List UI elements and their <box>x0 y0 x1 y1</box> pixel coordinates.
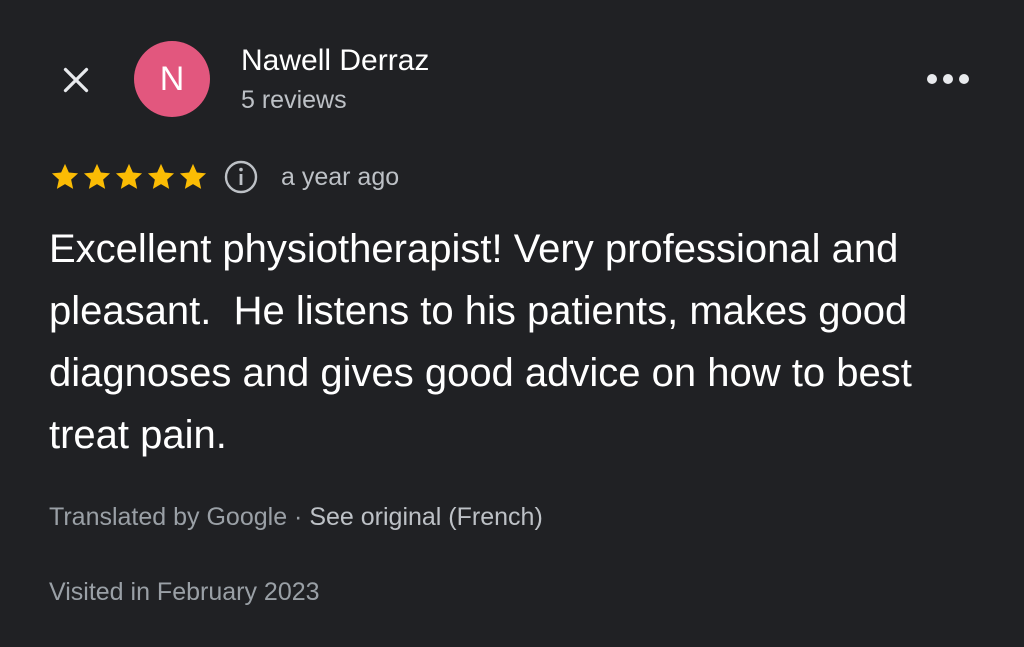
review-date: a year ago <box>281 162 400 191</box>
translated-by-label: Translated by Google <box>49 503 288 531</box>
visited-date: Visited in February 2023 <box>49 578 320 606</box>
translation-info: Translated by Google · See original (Fre… <box>49 503 543 532</box>
review-text: Excellent physiotherapist! Very professi… <box>49 227 923 457</box>
close-button[interactable] <box>56 60 96 100</box>
info-icon[interactable] <box>223 159 259 195</box>
star-icon <box>49 161 81 193</box>
close-icon <box>63 67 89 93</box>
more-options-button[interactable] <box>922 62 974 96</box>
star-rating <box>49 161 209 193</box>
star-icon <box>177 161 209 193</box>
separator: · <box>287 503 310 531</box>
star-icon <box>81 161 113 193</box>
reviewer-review-count: 5 reviews <box>241 86 347 114</box>
see-original-link[interactable]: See original (French) <box>309 503 542 531</box>
reviewer-name[interactable]: Nawell Derraz <box>241 44 429 78</box>
more-horizontal-icon <box>927 74 969 84</box>
rating-row: a year ago <box>49 158 399 196</box>
star-icon <box>145 161 177 193</box>
star-icon <box>113 161 145 193</box>
avatar[interactable]: N <box>134 41 210 117</box>
